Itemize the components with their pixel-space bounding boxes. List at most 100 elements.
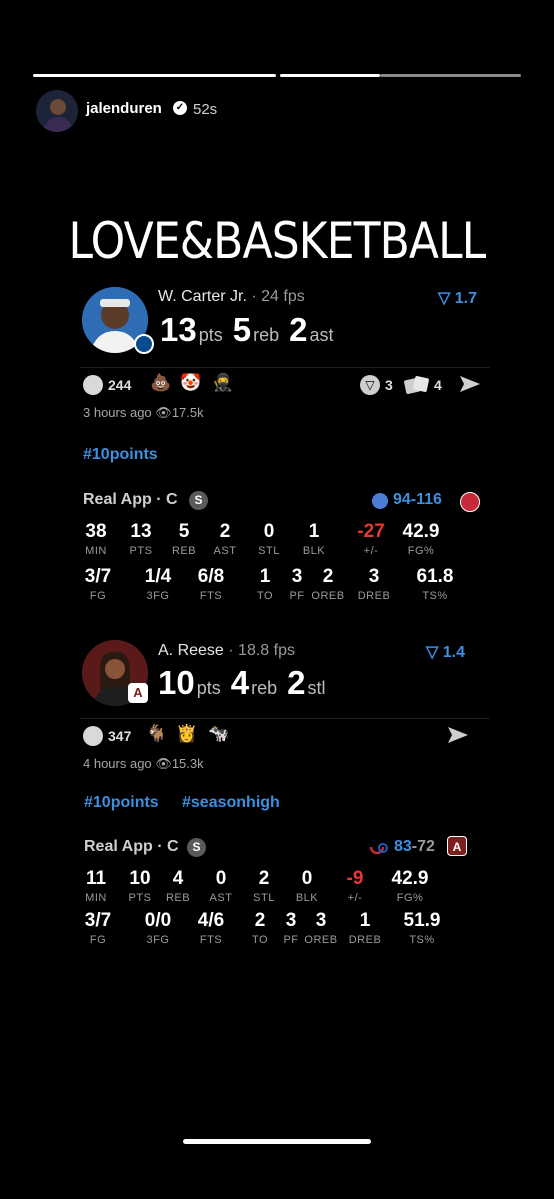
player-name-line[interactable]: W. Carter Jr. · 24 fps	[158, 288, 305, 306]
goat-emoji-icon[interactable]: 🐐	[146, 724, 167, 744]
stat-value: 51.9	[403, 910, 441, 931]
stat-label: +/-	[347, 892, 363, 904]
post-meta: 3 hours ago 👁︎17.5k	[83, 405, 204, 421]
team-logo-icon: A	[447, 836, 467, 856]
team-logo-icon	[134, 334, 154, 354]
story-headline: LOVE&BASKETBALL	[68, 212, 487, 270]
share-count: 3	[385, 377, 393, 393]
big-stat-value: 10	[158, 664, 195, 701]
rating-value: 1.7	[454, 290, 478, 307]
stat-value: 6/8	[197, 566, 225, 587]
stat-value: 0/0	[144, 910, 172, 931]
stat-value: 3/7	[84, 566, 112, 587]
stat-label: FG%	[396, 892, 424, 904]
opponent-logo-icon	[372, 493, 388, 509]
big-stat-value: 2	[289, 311, 308, 348]
big-stat-unit: reb	[253, 325, 280, 345]
rating-indicator: ▽ 1.4	[426, 642, 465, 662]
cow-emoji-icon[interactable]: 🐄	[208, 724, 229, 744]
home-indicator[interactable]	[183, 1139, 371, 1144]
stat-value: 1	[308, 521, 320, 542]
post-meta: 4 hours ago 👁︎15.3k	[83, 756, 204, 772]
avatar-photo	[36, 90, 78, 132]
player-name: W. Carter Jr.	[158, 288, 247, 305]
post-time: 52s	[193, 101, 218, 118]
view-count: 15.3k	[171, 756, 204, 771]
big-stat-unit: stl	[307, 678, 326, 698]
big-stat-unit: pts	[196, 678, 221, 698]
story-progress-complete	[33, 74, 276, 77]
stat-value: -9	[346, 868, 364, 889]
profile-avatar[interactable]	[36, 90, 78, 132]
stat-label: TS%	[422, 590, 448, 602]
team-logo-icon: A	[128, 683, 148, 703]
big-stat-value: 13	[160, 311, 197, 348]
stat-label: FG	[89, 934, 107, 946]
big-stat-unit: pts	[198, 325, 223, 345]
rating-indicator: ▽ 1.7	[438, 288, 477, 308]
stat-value: 61.8	[416, 566, 454, 587]
divider	[80, 718, 490, 719]
hashtag[interactable]: #seasonhigh	[182, 794, 280, 812]
stat-value: 1/4	[144, 566, 172, 587]
real-app-label: Real App · C	[84, 838, 179, 855]
time-ago: 4 hours ago	[83, 756, 152, 771]
rating-chevron-icon: ▽	[426, 644, 439, 661]
stat-label: DREB	[357, 590, 391, 602]
reaction-count: 347	[108, 728, 132, 744]
big-stat-value: 4	[230, 664, 250, 701]
rating-chevron-icon: ▽	[438, 290, 451, 307]
game-score: 94-116	[393, 491, 442, 508]
team-logo-icon	[460, 492, 480, 512]
big-stat-value: 2	[287, 664, 306, 701]
score-b: 72	[417, 838, 435, 855]
verified-badge-icon: ✓	[173, 101, 187, 115]
stat-value: 1	[359, 910, 371, 931]
triangle-share-icon[interactable]: ▽	[360, 375, 380, 395]
big-stat-unit: reb	[251, 678, 278, 698]
eye-icon: 👁︎	[155, 756, 172, 771]
hashtag[interactable]: #10points	[83, 446, 158, 464]
hashtag[interactable]: #10points	[84, 794, 159, 812]
game-score: 83-72	[394, 838, 435, 856]
stat-value: 3/7	[84, 910, 112, 931]
s-badge: S	[189, 491, 208, 510]
send-icon[interactable]	[447, 725, 469, 750]
stat-label: FG	[89, 590, 107, 602]
eye-icon: 👁︎	[155, 405, 172, 420]
clown-emoji-icon[interactable]: 🤡	[180, 373, 201, 393]
real-app-label: Real App · C	[83, 491, 178, 508]
stat-label: FG%	[407, 545, 435, 557]
reaction-count: 244	[108, 377, 132, 393]
grin-emoji-icon[interactable]	[83, 726, 103, 746]
rating-value: 1.4	[442, 644, 466, 661]
stat-label: BLK	[302, 545, 326, 557]
poop-emoji-icon[interactable]: 💩	[150, 373, 171, 393]
view-count: 17.5k	[171, 405, 204, 420]
score-a: 94	[393, 491, 411, 508]
big-stat-unit: ast	[309, 325, 334, 345]
player-name-line[interactable]: A. Reese · 18.8 fps	[158, 642, 295, 660]
grin-emoji-icon[interactable]	[83, 375, 103, 395]
stat-label: DREB	[348, 934, 382, 946]
player-fps: · 18.8 fps	[228, 642, 295, 659]
cards-count: 4	[434, 377, 442, 393]
princess-emoji-icon[interactable]: 👸	[176, 724, 197, 744]
stat-value: 3	[368, 566, 380, 587]
send-icon[interactable]	[459, 374, 481, 399]
big-stat-value: 5	[232, 311, 252, 348]
big-stats: 10 pts 4 reb 2 stl	[158, 664, 335, 702]
stat-label: 3FG	[146, 934, 170, 946]
story-progress-remaining	[380, 74, 521, 77]
cards-icon[interactable]	[404, 376, 430, 394]
score-b: 116	[416, 491, 442, 508]
opponent-logo-icon	[368, 838, 390, 856]
stat-label: 3FG	[146, 590, 170, 602]
time-ago: 3 hours ago	[83, 405, 152, 420]
story-progress-current	[280, 74, 380, 77]
ninja-emoji-icon[interactable]: 🥷	[212, 373, 233, 393]
stat-label: FTS	[199, 590, 223, 602]
s-badge: S	[187, 838, 206, 857]
username[interactable]: jalenduren	[86, 100, 162, 117]
stat-value: 42.9	[402, 521, 440, 542]
